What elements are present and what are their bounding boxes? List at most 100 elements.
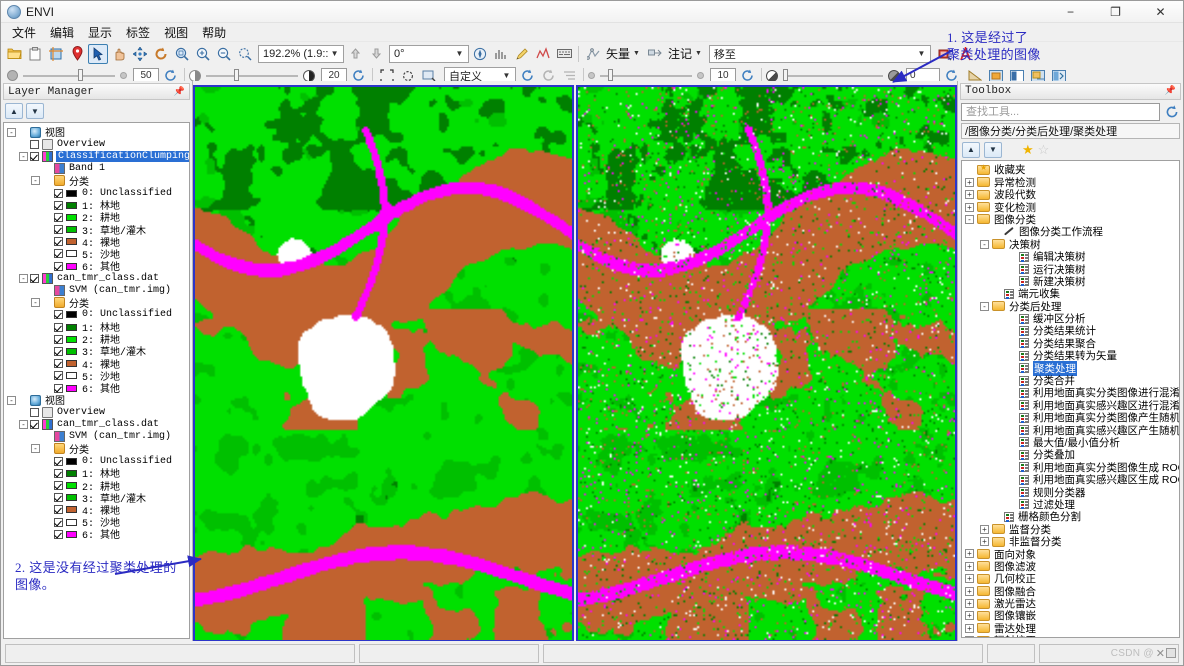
- layer-visibility-checkbox[interactable]: [54, 237, 63, 246]
- layer-visibility-checkbox[interactable]: [54, 505, 63, 514]
- chevron-down-icon[interactable]: ▼: [453, 49, 466, 58]
- contrast-slider[interactable]: [206, 75, 298, 77]
- zoom-out-icon[interactable]: [214, 44, 234, 64]
- layer-visibility-checkbox[interactable]: [54, 457, 63, 466]
- vector-icon[interactable]: [583, 44, 603, 64]
- zoom-select-icon[interactable]: [235, 44, 255, 64]
- toolbox-tree-item[interactable]: +监督分类: [965, 523, 1179, 535]
- layer-tree-item[interactable]: Overview: [7, 406, 189, 418]
- maximize-icon[interactable]: ❐: [1093, 1, 1138, 23]
- collapse-icon[interactable]: -: [19, 152, 28, 161]
- chevron-down-icon[interactable]: ▼: [328, 49, 341, 58]
- collapse-icon[interactable]: -: [965, 215, 974, 224]
- collapse-icon[interactable]: -: [980, 240, 989, 249]
- goto-combo[interactable]: 移至 ▼: [709, 45, 931, 63]
- layer-visibility-checkbox[interactable]: [54, 262, 63, 271]
- layer-tree-item[interactable]: -can_tmr_class.dat: [7, 419, 189, 431]
- select-arrow-icon[interactable]: [88, 44, 108, 64]
- layer-tree-item[interactable]: 6: 其他: [7, 260, 189, 272]
- collapse-icon[interactable]: -: [7, 396, 16, 405]
- layer-tree-item[interactable]: -can_tmr_class.dat: [7, 272, 189, 284]
- rotation-combo[interactable]: 0° ▼: [389, 45, 469, 63]
- menu-help[interactable]: 帮助: [195, 23, 233, 42]
- sharpen-slider[interactable]: [600, 75, 692, 77]
- move-layer-down-button[interactable]: ▼: [26, 103, 44, 119]
- zoom-level-combo[interactable]: 192.2% (1.9:: ▼: [258, 45, 344, 63]
- collapse-icon[interactable]: -: [31, 444, 40, 453]
- star-filled-icon[interactable]: ★: [1022, 143, 1034, 156]
- expand-icon[interactable]: +: [965, 624, 974, 633]
- layer-visibility-checkbox[interactable]: [54, 481, 63, 490]
- pencil-measure-icon[interactable]: [512, 44, 532, 64]
- toolbox-tree-item[interactable]: 新建决策树: [965, 275, 1179, 287]
- toolbox-collapse-button[interactable]: ▲: [962, 142, 980, 158]
- minimize-icon[interactable]: −: [1048, 1, 1093, 23]
- expand-icon[interactable]: +: [965, 178, 974, 187]
- layer-visibility-checkbox[interactable]: [54, 384, 63, 393]
- menu-file[interactable]: 文件: [5, 23, 43, 42]
- fly-icon[interactable]: [130, 44, 150, 64]
- layer-visibility-checkbox[interactable]: [54, 189, 63, 198]
- layer-visibility-checkbox[interactable]: [54, 493, 63, 502]
- layer-visibility-checkbox[interactable]: [54, 469, 63, 478]
- layer-tree-item[interactable]: -分类: [7, 297, 189, 309]
- zoom-in-icon[interactable]: [193, 44, 213, 64]
- layer-tree-item[interactable]: Overview: [7, 138, 189, 150]
- chevron-down-icon[interactable]: ▼: [500, 71, 513, 80]
- compass-icon[interactable]: [470, 44, 490, 64]
- collapse-icon[interactable]: -: [31, 176, 40, 185]
- layer-tree-item[interactable]: -ClassificationClumping.dat: [7, 150, 189, 162]
- layer-visibility-checkbox[interactable]: [54, 213, 63, 222]
- rotate-icon[interactable]: [151, 44, 171, 64]
- menu-label[interactable]: 标签: [119, 23, 157, 42]
- collapse-icon[interactable]: -: [7, 128, 16, 137]
- layer-visibility-checkbox[interactable]: [54, 371, 63, 380]
- layer-visibility-checkbox[interactable]: [54, 347, 63, 356]
- image-viewport[interactable]: [193, 81, 957, 641]
- layer-visibility-checkbox[interactable]: [54, 530, 63, 539]
- layer-visibility-checkbox[interactable]: [30, 152, 39, 161]
- search-input[interactable]: 查找工具...: [961, 103, 1160, 121]
- annotation-menu-label[interactable]: 注记: [666, 45, 694, 62]
- expand-icon[interactable]: +: [965, 574, 974, 583]
- crop-icon[interactable]: [46, 44, 66, 64]
- toolbox-tree-item[interactable]: 栅格颜色分割: [965, 511, 1179, 523]
- expand-icon[interactable]: +: [965, 636, 974, 638]
- pin-marker-icon[interactable]: [67, 44, 87, 64]
- toolbox-tree-item[interactable]: 图像分类工作流程: [965, 226, 1179, 238]
- pin-icon[interactable]: 📌: [1165, 86, 1176, 96]
- layer-visibility-checkbox[interactable]: [54, 310, 63, 319]
- brightness-slider[interactable]: [23, 75, 115, 77]
- layer-visibility-checkbox[interactable]: [54, 249, 63, 258]
- layer-visibility-checkbox[interactable]: [54, 201, 63, 210]
- expand-icon[interactable]: +: [965, 587, 974, 596]
- menu-edit[interactable]: 编辑: [43, 23, 81, 42]
- pin-icon[interactable]: 📌: [174, 87, 185, 97]
- layer-tree-item[interactable]: Band 1: [7, 163, 189, 175]
- down-arrow-icon[interactable]: [366, 44, 386, 64]
- refresh-icon[interactable]: [1163, 103, 1180, 120]
- expand-icon[interactable]: +: [965, 562, 974, 571]
- classification-clumping-view[interactable]: [193, 85, 574, 641]
- layer-visibility-checkbox[interactable]: [30, 140, 39, 149]
- layer-tree-item[interactable]: 6: 其他: [7, 528, 189, 540]
- collapse-icon[interactable]: -: [19, 274, 28, 283]
- layer-visibility-checkbox[interactable]: [54, 359, 63, 368]
- move-layer-up-button[interactable]: ▲: [5, 103, 23, 119]
- layer-tree-item[interactable]: -视图: [7, 126, 189, 138]
- layer-visibility-checkbox[interactable]: [54, 323, 63, 332]
- layer-visibility-checkbox[interactable]: [30, 274, 39, 283]
- toolbox-expand-button[interactable]: ▼: [984, 142, 1002, 158]
- annotation-icon[interactable]: [645, 44, 665, 64]
- clipboard-icon[interactable]: [25, 44, 45, 64]
- annotation-chevron-down-icon[interactable]: ▼: [695, 50, 706, 57]
- layer-visibility-checkbox[interactable]: [54, 518, 63, 527]
- close-icon[interactable]: ✕: [1138, 1, 1183, 23]
- spectral-icon[interactable]: [533, 44, 553, 64]
- vector-menu-label[interactable]: 矢量: [604, 45, 632, 62]
- up-arrow-icon[interactable]: [345, 44, 365, 64]
- histogram-icon[interactable]: [491, 44, 511, 64]
- layer-visibility-checkbox[interactable]: [54, 225, 63, 234]
- toolbox-tree-item[interactable]: 端元收集: [965, 288, 1179, 300]
- menu-view[interactable]: 视图: [157, 23, 195, 42]
